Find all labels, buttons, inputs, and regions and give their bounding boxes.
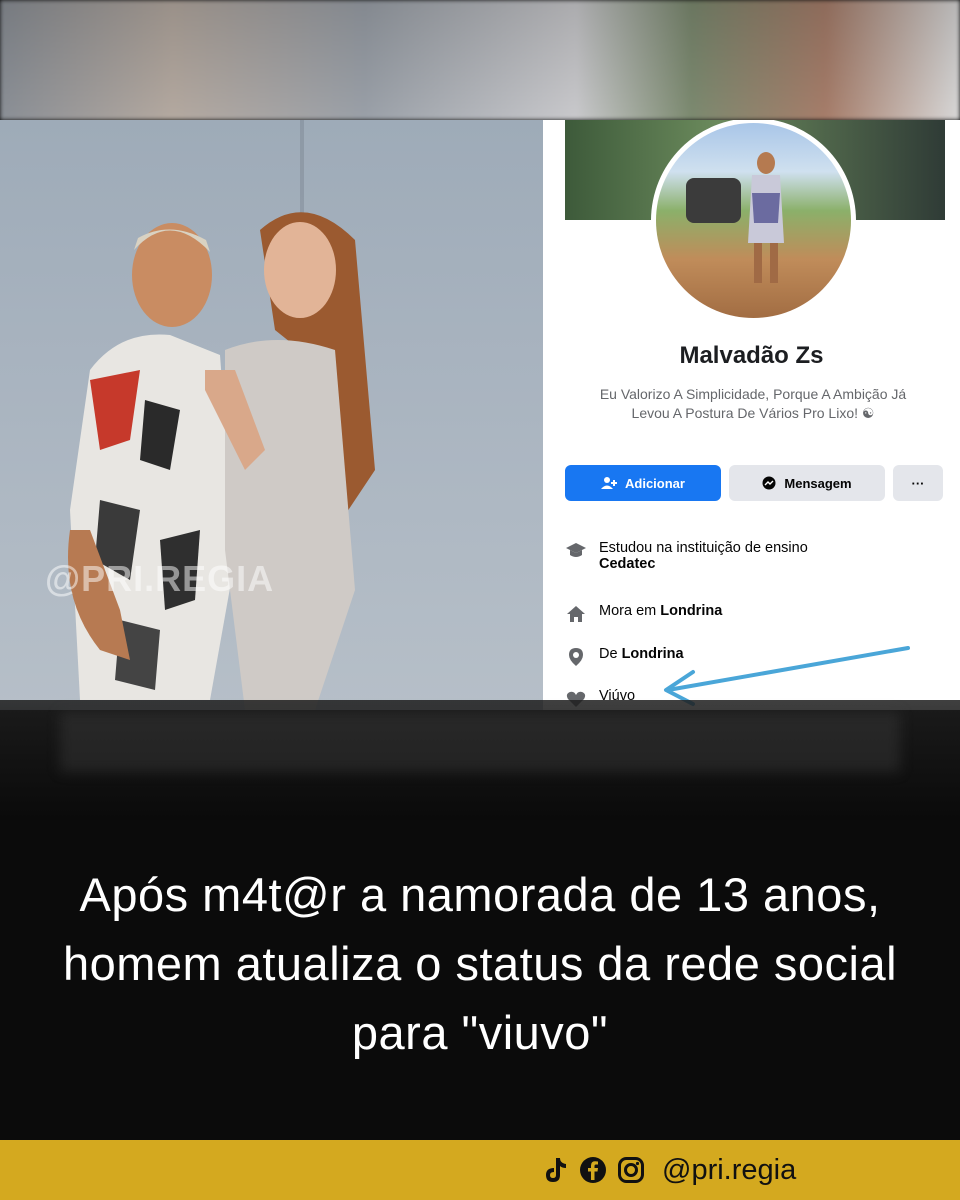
social-handle[interactable]: @pri.regia: [662, 1154, 796, 1187]
girl-figure: [205, 212, 375, 710]
tiktok-icon[interactable]: [540, 1155, 570, 1185]
facebook-icon[interactable]: [578, 1155, 608, 1185]
footer-bar: @pri.regia: [0, 1140, 960, 1200]
pointer-arrow-icon: [664, 646, 910, 706]
watermark-text: @PRI.REGIA: [45, 558, 275, 599]
blurred-reflection: [60, 712, 900, 772]
couple-photo: @PRI.REGIA: [0, 120, 545, 710]
instagram-icon[interactable]: [616, 1155, 646, 1185]
blurred-top-background: [0, 0, 960, 120]
headline-text: Após m4t@r a namorada de 13 anos, homem …: [62, 868, 898, 1059]
social-handle-group: @pri.regia: [540, 1154, 796, 1186]
facebook-profile-card: Malvadão Zs Eu Valorizo A Simplicidade, …: [543, 120, 960, 710]
